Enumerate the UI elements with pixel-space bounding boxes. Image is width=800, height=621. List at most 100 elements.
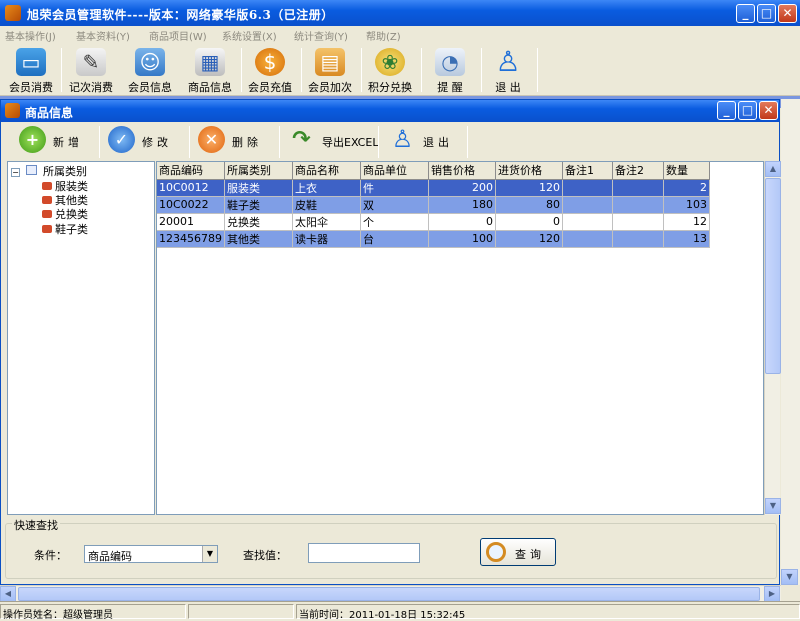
chevron-down-icon[interactable]: ▼: [202, 546, 217, 562]
child-close-button[interactable]: ✕: [759, 101, 778, 120]
magnifier-icon: [486, 542, 506, 562]
product-table-grid: 商品编码 所属类别 商品名称 商品单位 销售价格 进货价格 备注1 备注2 数量…: [157, 162, 710, 248]
member-info-label: 会员信息: [128, 81, 172, 94]
col-note2[interactable]: 备注2: [612, 162, 664, 180]
horizontal-scrollbar[interactable]: ◀ ▶: [0, 585, 781, 602]
minimize-button[interactable]: _: [736, 4, 755, 23]
member-info-button[interactable]: ☺ 会员信息: [121, 46, 179, 94]
member-consume-button[interactable]: ▭ 会员消费: [2, 46, 60, 94]
col-cost-price[interactable]: 进货价格: [495, 162, 563, 180]
scroll-right-icon[interactable]: ▶: [764, 586, 780, 602]
search-value-input[interactable]: [308, 543, 420, 563]
col-sale-price[interactable]: 销售价格: [428, 162, 496, 180]
time-status: 当前时间：2011-01-18日 15:32:45: [296, 604, 800, 621]
condition-select[interactable]: 商品编码 ▼: [84, 545, 218, 563]
horizontal-scroll-thumb[interactable]: [18, 587, 760, 601]
child-minimize-button[interactable]: _: [717, 101, 736, 120]
status-bar: 操作员姓名：超级管理员 当前时间：2011-01-18日 15:32:45: [0, 601, 800, 621]
edit-button[interactable]: ✓ 修改: [108, 126, 188, 158]
cell: 200: [428, 179, 496, 197]
scroll-left-icon[interactable]: ◀: [0, 586, 16, 602]
cell: 180: [428, 196, 496, 214]
main-scroll-down-icon[interactable]: ▼: [781, 569, 798, 585]
cell: [612, 196, 664, 214]
cell: 0: [428, 213, 496, 231]
col-unit[interactable]: 商品单位: [360, 162, 429, 180]
table-row[interactable]: 123456789 其他类 读卡器 台 100 120 13: [157, 230, 710, 248]
points-exchange-button[interactable]: ❀ 积分兑换: [361, 46, 419, 94]
tree-item-label: 鞋子类: [55, 223, 88, 236]
collapse-icon[interactable]: −: [11, 168, 20, 177]
tree-item[interactable]: 鞋子类: [42, 221, 88, 237]
col-name[interactable]: 商品名称: [292, 162, 361, 180]
main-vertical-scrollbar[interactable]: ▼: [781, 99, 800, 585]
app-logo-icon: [5, 5, 21, 21]
member-recharge-label: 会员充值: [248, 81, 292, 94]
table-row[interactable]: 10C0022 鞋子类 皮鞋 双 180 80 103: [157, 196, 710, 214]
child-exit-button[interactable]: ♙ 退出: [389, 126, 469, 158]
cell: 兑换类: [224, 213, 293, 231]
table-row[interactable]: 20001 兑换类 太阳伞 个 0 0 12: [157, 213, 710, 231]
col-category[interactable]: 所属类别: [224, 162, 293, 180]
menu-products[interactable]: 商品项目(W): [149, 28, 207, 43]
product-info-button[interactable]: ▦ 商品信息: [181, 46, 239, 94]
menu-statistics[interactable]: 统计查询(Y): [294, 28, 348, 43]
menu-basic-ops[interactable]: 基本操作(J): [5, 28, 56, 43]
window-logo-icon: [5, 103, 20, 118]
scroll-thumb[interactable]: [765, 178, 781, 374]
exit-label: 退 出: [495, 81, 521, 94]
book-icon: ▤: [315, 48, 345, 76]
tree-root[interactable]: − 所属类别: [11, 163, 87, 179]
child-title: 商品信息: [25, 106, 74, 120]
add-button[interactable]: + 新增: [19, 126, 105, 158]
count-consume-label: 记次消费: [69, 81, 113, 94]
export-excel-button[interactable]: ↷ 导出EXCEL: [288, 126, 378, 158]
cell: 台: [360, 230, 429, 248]
category-icon: [42, 210, 52, 218]
menu-help[interactable]: 帮助(Z): [366, 28, 401, 43]
export-label: 导出EXCEL: [322, 136, 379, 149]
toolbar-divider: [537, 48, 538, 92]
cell: 120: [495, 230, 563, 248]
reminder-icon: ◔: [435, 48, 465, 76]
col-note1[interactable]: 备注1: [562, 162, 613, 180]
tree-item[interactable]: 兑换类: [42, 206, 88, 222]
reminder-button[interactable]: ◔ 提 醒: [421, 46, 479, 94]
plus-icon: +: [19, 126, 46, 153]
coin-icon: $: [255, 48, 285, 76]
table-vertical-scrollbar[interactable]: ▲ ▼: [764, 161, 781, 515]
child-title-bar: 商品信息 _ □ ✕: [1, 100, 779, 122]
close-button[interactable]: ✕: [778, 4, 797, 23]
scroll-up-icon[interactable]: ▲: [765, 161, 781, 177]
app-title: 旭荣会员管理软件----版本：网络豪华版6.3（已注册）: [27, 8, 334, 22]
cell: 鞋子类: [224, 196, 293, 214]
arrow-icon: ↷: [292, 127, 311, 152]
member-recharge-button[interactable]: $ 会员充值: [241, 46, 299, 94]
child-maximize-button[interactable]: □: [738, 101, 757, 120]
menu-basic-data[interactable]: 基本资料(Y): [76, 28, 130, 43]
reminder-label: 提 醒: [437, 81, 463, 94]
cell: 103: [663, 196, 710, 214]
search-value-label: 查找值：: [243, 549, 287, 562]
cell: [562, 196, 613, 214]
exit-button[interactable]: ♙ 退 出: [479, 46, 537, 95]
quick-search-legend: 快速查找: [12, 517, 60, 533]
category-icon: [42, 225, 52, 233]
count-consume-button[interactable]: ✎ 记次消费: [62, 46, 120, 94]
scroll-down-icon[interactable]: ▼: [765, 498, 781, 514]
maximize-button[interactable]: □: [757, 4, 776, 23]
tool-divider: [189, 126, 190, 158]
cell: 双: [360, 196, 429, 214]
search-button[interactable]: 查询: [480, 538, 556, 566]
table-row[interactable]: 10C0012 服装类 上衣 件 200 120 2: [157, 179, 710, 197]
cell: [612, 179, 664, 197]
delete-button[interactable]: ✕ 删除: [198, 126, 278, 158]
people-icon: ☺: [135, 48, 165, 76]
member-add-count-button[interactable]: ▤ 会员加次: [301, 46, 359, 94]
cell: 件: [360, 179, 429, 197]
col-qty[interactable]: 数量: [663, 162, 710, 180]
tool-divider: [378, 126, 379, 158]
cell: 80: [495, 196, 563, 214]
menu-system-settings[interactable]: 系统设置(X): [222, 28, 277, 43]
col-code[interactable]: 商品编码: [157, 162, 225, 180]
